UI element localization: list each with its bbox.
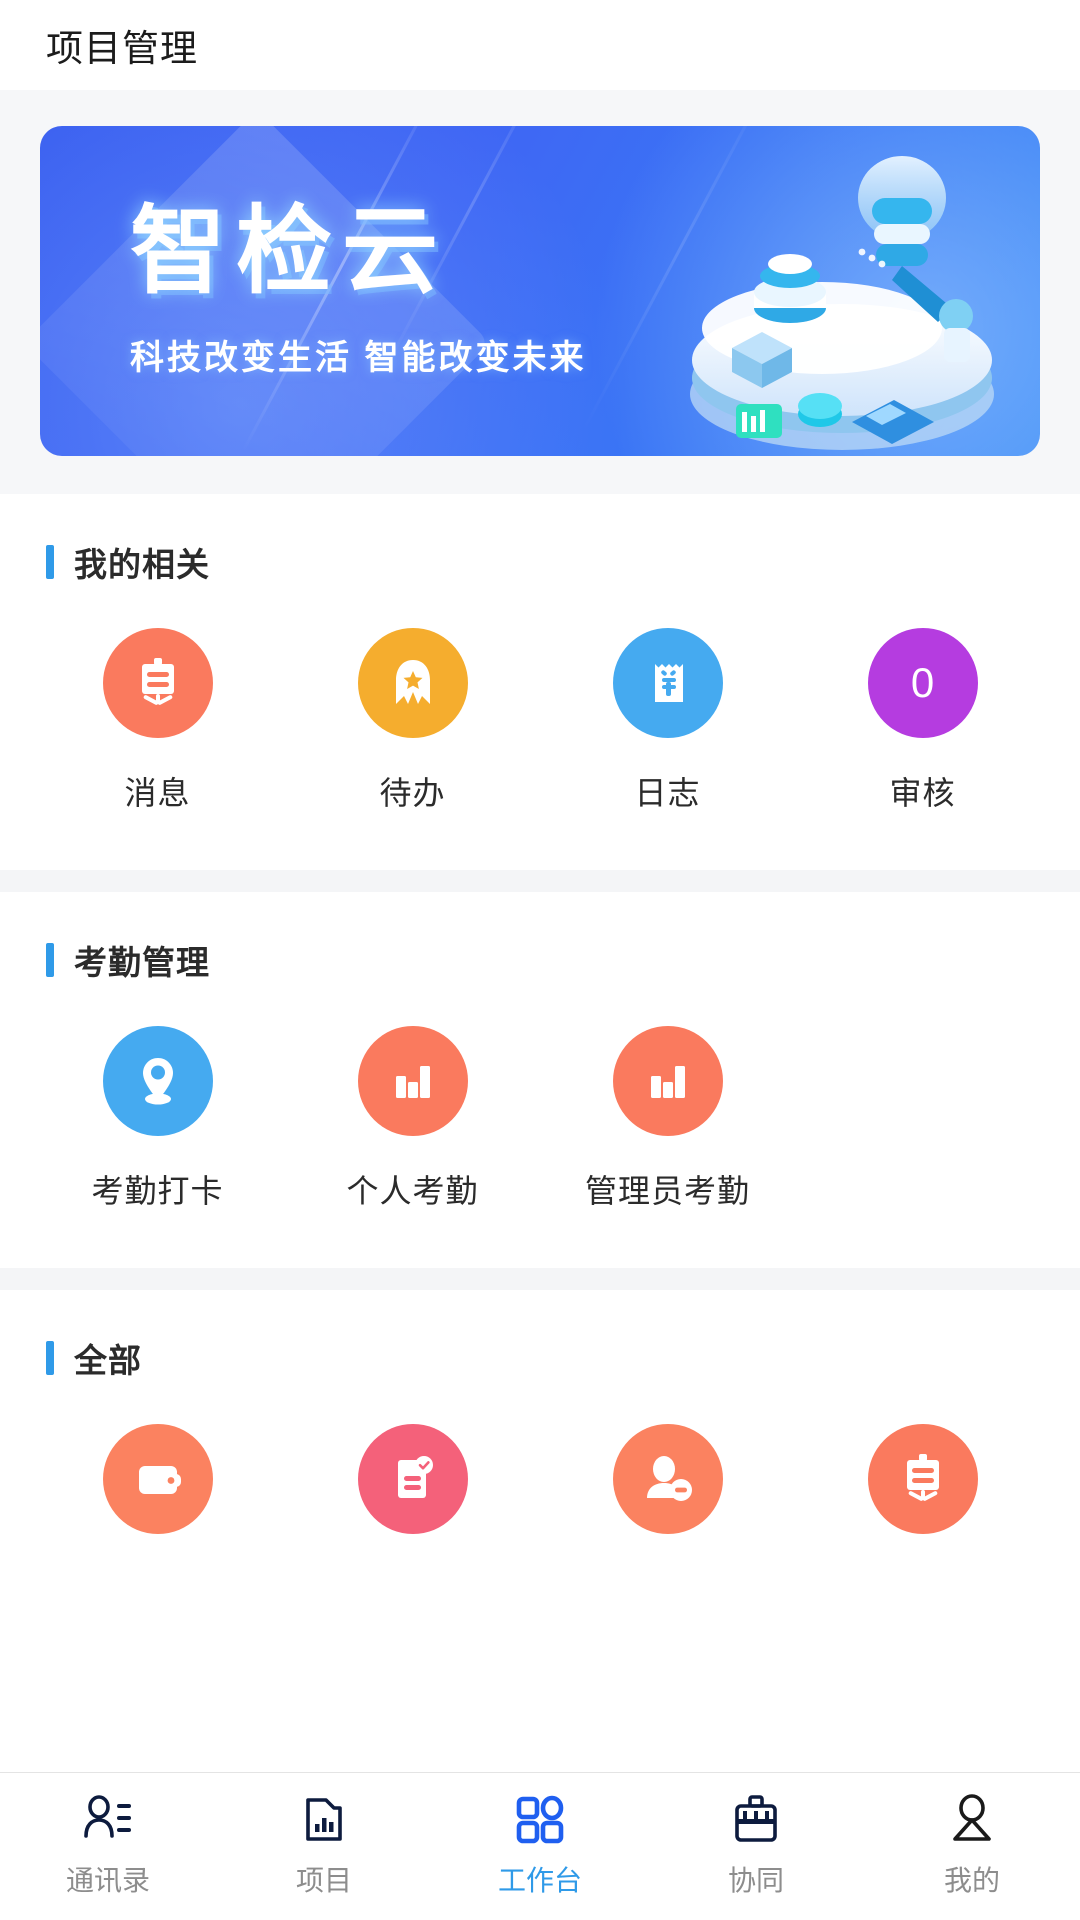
announcement-board-icon [867,1424,978,1534]
audit-count: 0 [910,659,935,706]
tab-workbench[interactable]: 工作台 [432,1789,648,1899]
section-accent-bar [46,545,54,579]
banner-container: 智检云 科技改变生活 智能改变未来 [0,90,1080,494]
page-header: 项目管理 [0,0,1080,90]
promo-banner[interactable]: 智检云 科技改变生活 智能改变未来 [40,126,1040,456]
contacts-icon [80,1789,136,1851]
grid-item-label: 消息 [124,775,191,811]
section-accent-bar [46,1341,54,1375]
announcement-board-icon [102,628,213,738]
section-header: 考勤管理 [0,936,1080,984]
grid-item-label: 审核 [889,775,956,811]
grid-item-label: 个人考勤 [346,1173,479,1209]
briefcase-icon [728,1789,784,1851]
isometric-robot-cloud-illustration [690,156,994,450]
section-divider [0,1268,1080,1290]
grid-item-document-check[interactable] [285,1424,540,1564]
grid-item-announcement[interactable] [795,1424,1050,1564]
grid-item-audit[interactable]: 0 审核 [795,628,1050,814]
banner-text-block: 智检云 科技改变生活 智能改变未来 [130,204,586,379]
grid-item-placeholder [795,1026,1050,1212]
tab-contacts[interactable]: 通讯录 [0,1789,216,1899]
tab-collaboration[interactable]: 协同 [648,1789,864,1899]
grid-item-todo[interactable]: 待办 [285,628,540,814]
grid-item-label: 管理员考勤 [584,1173,750,1209]
section-title: 我的相关 [74,546,210,583]
award-ribbon-icon [357,628,468,738]
tab-label: 我的 [943,1865,1000,1896]
section-attendance: 考勤管理 考勤打卡 个人考勤 管理员考勤 [0,892,1080,1268]
icon-grid: 考勤打卡 个人考勤 管理员考勤 [0,1026,1080,1238]
section-header: 我的相关 [0,538,1080,586]
location-pin-icon [102,1026,213,1136]
section-title: 考勤管理 [74,944,210,981]
document-check-icon [357,1424,468,1534]
grid-item-label: 考勤打卡 [91,1173,224,1209]
grid-item-clock-in[interactable]: 考勤打卡 [30,1026,285,1212]
tab-label: 通讯录 [65,1865,150,1896]
grid-item-admin-attendance[interactable]: 管理员考勤 [540,1026,795,1212]
wallet-icon [102,1424,213,1534]
icon-grid [0,1424,1080,1590]
tab-label: 协同 [727,1865,784,1896]
section-accent-bar [46,943,54,977]
section-my-related: 我的相关 消息 待办 日志 0 审核 [0,494,1080,870]
section-header: 全部 [0,1334,1080,1382]
icon-grid: 消息 待办 日志 0 审核 [0,628,1080,840]
count-badge-icon: 0 [867,628,978,738]
page-title: 项目管理 [46,28,198,69]
grid-item-label: 日志 [634,775,701,811]
bar-chart-icon [357,1026,468,1136]
banner-title: 智检云 [130,198,448,305]
bar-chart-icon [612,1026,723,1136]
tab-projects[interactable]: 项目 [216,1789,432,1899]
section-divider [0,870,1080,892]
bottom-tab-bar: 通讯录 项目 工作台 协同 我的 [0,1772,1080,1920]
grid-item-personal-attendance[interactable]: 个人考勤 [285,1026,540,1212]
grid-item-person-remove[interactable] [540,1424,795,1564]
folder-chart-icon [296,1789,352,1851]
scroll-content[interactable]: 智检云 科技改变生活 智能改变未来 我的相关 消息 待办 日志 0 审核 考勤管… [0,90,1080,1772]
receipt-yuan-icon [612,628,723,738]
tab-label: 工作台 [497,1865,582,1896]
section-all: 全部 [0,1290,1080,1620]
grid-item-message[interactable]: 消息 [30,628,285,814]
app-screen: 项目管理 智检云 科技改变生活 智能改变未来 我的相关 消息 待办 日志 0 审… [0,0,1080,1920]
grid-item-label: 待办 [379,775,446,811]
grid-item-log[interactable]: 日志 [540,628,795,814]
tab-label: 项目 [295,1865,352,1896]
person-icon [944,1789,1000,1851]
banner-subtitle: 科技改变生活 智能改变未来 [130,339,587,377]
person-remove-icon [612,1424,723,1534]
grid-apps-icon [512,1789,568,1851]
grid-item-wallet[interactable] [30,1424,285,1564]
section-title: 全部 [74,1342,142,1379]
tab-mine[interactable]: 我的 [864,1789,1080,1899]
